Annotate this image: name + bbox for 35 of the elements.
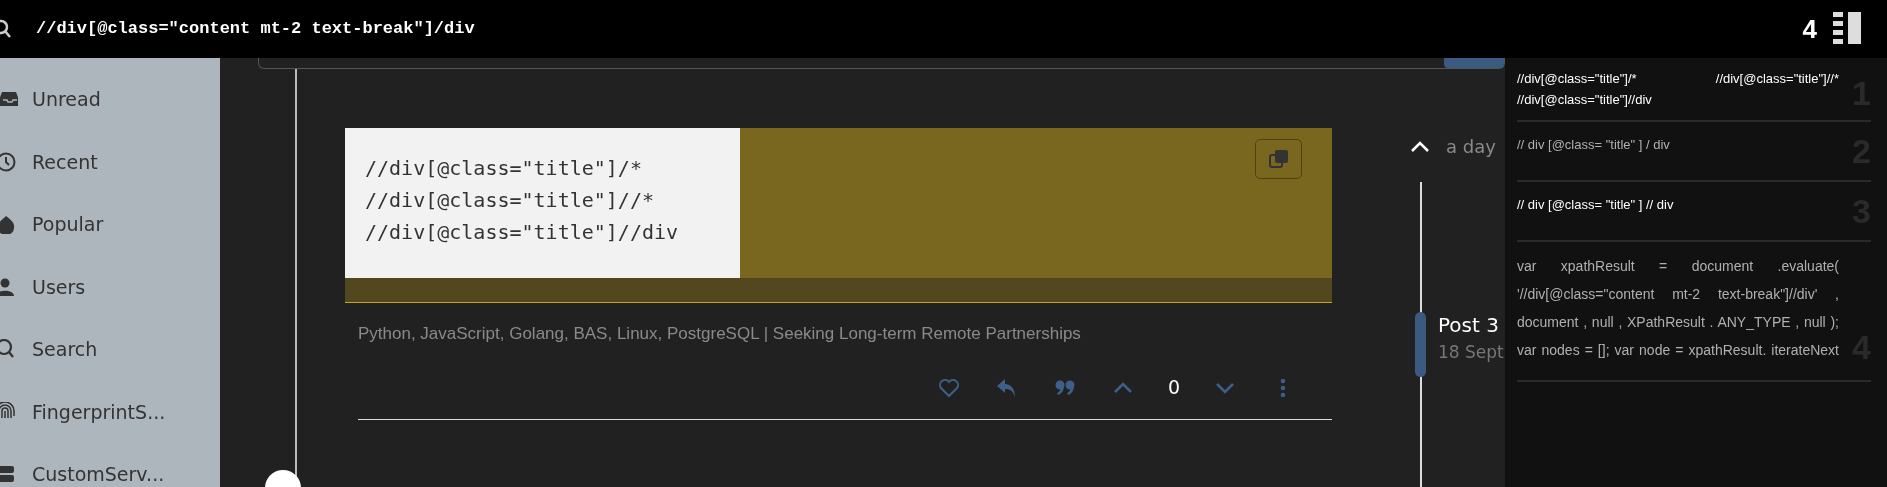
sidebar-item[interactable]: Recent — [0, 130, 220, 193]
copy-button[interactable] — [1255, 139, 1302, 179]
sidebar-item[interactable]: Unread — [0, 68, 220, 131]
sidebar-item[interactable]: FingerprintS... — [0, 380, 220, 443]
result-text: //div[@class="title"]/* //div[@class="title"]//* //div[@class="title"]//div — [1517, 70, 1839, 109]
chevron-up-icon[interactable] — [1410, 140, 1430, 153]
result-text: var xpathResult = document .evaluate( '//div[@class="content mt-2 text-break"]//div' , document , null , XPathResult . ANY_TYPE , null ); var nodes = []; var node = xpathResult. iterateNext — [1517, 257, 1839, 360]
quote-icon — [1055, 379, 1075, 396]
sidebar-item[interactable]: Users — [0, 255, 220, 318]
vote-count: 0 — [1166, 375, 1182, 401]
reply-icon — [996, 377, 1018, 398]
result-count: 4 — [1802, 12, 1817, 46]
copy-icon — [1268, 149, 1289, 169]
chevron-up-icon — [1113, 381, 1133, 394]
search-query: //div[@class="content mt-2 text-break"]/div — [36, 18, 475, 41]
sidebar-item[interactable]: CustomServ... — [0, 443, 220, 487]
signature: Python, JavaScript, Golang, BAS, Linux, PostgreSQL | Seeking Long-term Remote Partnerships — [358, 323, 1082, 345]
result-text: // div [@class= "title" ] / div — [1517, 136, 1671, 154]
timeline-marker[interactable] — [1415, 312, 1426, 377]
timestamp: a day — [1446, 135, 1496, 159]
code-line: //div[@class="title"]/* — [365, 155, 642, 182]
sidebar-item[interactable]: Search — [0, 318, 220, 381]
post-date: 18 Sept — [1438, 341, 1505, 364]
heart-icon — [938, 377, 960, 398]
clock-icon — [0, 151, 18, 172]
chevron-down-icon — [1215, 381, 1235, 394]
result-text: // div [@class= "title" ] // div — [1517, 196, 1675, 214]
scrollbar-track[interactable] — [345, 278, 1332, 302]
list-icon[interactable] — [1833, 12, 1863, 46]
sidebar-item[interactable]: Popular — [0, 193, 220, 256]
code-line: //div[@class="title"]//* — [365, 187, 654, 214]
more-icon — [1280, 377, 1286, 398]
search-icon — [0, 19, 12, 39]
code-line: //div[@class="title"]//div — [365, 219, 679, 246]
post-index: Post 3 — [1438, 312, 1500, 339]
